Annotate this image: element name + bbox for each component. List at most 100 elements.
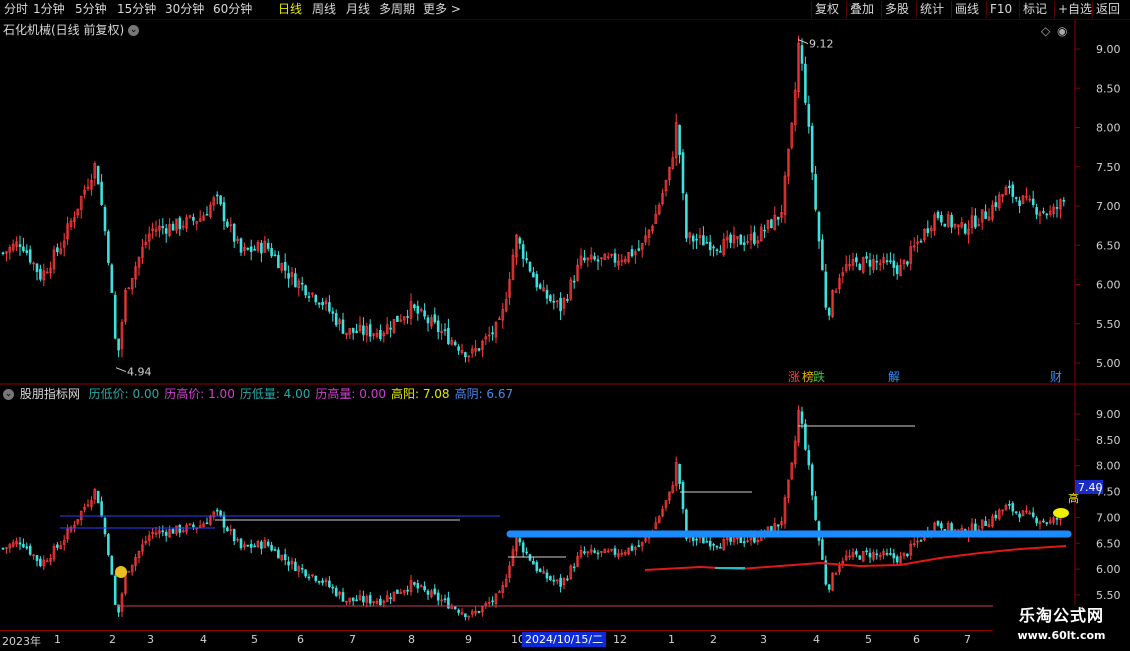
candle-body xyxy=(253,545,256,548)
date-label: 3 xyxy=(760,633,767,646)
candle-body xyxy=(56,544,59,548)
candle-body xyxy=(1055,518,1059,520)
candle-body xyxy=(681,481,685,510)
candle-body xyxy=(351,597,355,601)
candle-body xyxy=(1014,197,1018,199)
candle-body xyxy=(28,249,32,263)
candle-body xyxy=(827,584,831,590)
candle-body xyxy=(984,520,987,526)
candle-body xyxy=(865,256,868,259)
date-label: 1 xyxy=(668,633,675,646)
candle-body xyxy=(18,542,22,545)
candle-body xyxy=(702,235,705,246)
candle-body xyxy=(824,271,828,308)
candle-body xyxy=(317,581,321,583)
candle-body xyxy=(572,280,576,283)
candle-body xyxy=(491,332,494,335)
candle-body xyxy=(328,580,331,588)
event-badge: 解 xyxy=(888,370,900,384)
indicator-name: 股朋指标网 xyxy=(19,387,80,401)
candle-body xyxy=(804,423,807,450)
candle-body xyxy=(950,214,953,228)
indicator-overlays xyxy=(60,425,1103,607)
candle-body xyxy=(215,194,219,197)
y-tick-label: 8.50 xyxy=(1096,434,1121,447)
candle-body xyxy=(637,248,641,251)
candle-body xyxy=(25,546,29,549)
yellow-marker xyxy=(1053,508,1069,518)
candle-body xyxy=(549,295,552,302)
candle-body xyxy=(113,575,117,605)
candle-body xyxy=(719,547,722,549)
candle-body xyxy=(239,538,243,549)
coin-icon xyxy=(115,566,127,578)
date-label: 2 xyxy=(710,633,717,646)
candle-body xyxy=(341,319,345,334)
candle-body xyxy=(477,348,481,351)
candle-body xyxy=(715,545,719,548)
candle-body xyxy=(314,575,318,581)
candle-body xyxy=(355,330,358,333)
candle-body xyxy=(800,411,804,424)
candle-body xyxy=(926,228,930,234)
candle-body xyxy=(246,247,250,250)
candle-body xyxy=(892,260,896,268)
candle-body xyxy=(287,273,290,279)
candle-body xyxy=(464,613,467,618)
candle-body xyxy=(681,152,685,194)
low-marker xyxy=(115,367,127,373)
candle-body xyxy=(287,561,290,566)
candle-body xyxy=(885,260,889,262)
y-tick-label: 7.00 xyxy=(1096,200,1121,213)
candle-body xyxy=(742,242,746,245)
candle-body xyxy=(171,529,175,534)
candle-body xyxy=(855,551,858,555)
candle-body xyxy=(222,514,226,528)
candle-body xyxy=(810,125,814,173)
candle-body xyxy=(994,202,998,208)
candle-body xyxy=(266,541,270,546)
candle-body xyxy=(892,553,896,559)
candle-body xyxy=(810,464,814,496)
chart-labels: 9.00 8.50 8.00 7.50 7.00 6.50 6.00 5.50 5.00 9.00… xyxy=(115,24,1121,602)
indicator-field: 高阴: 6.67 xyxy=(454,387,514,401)
candle-body xyxy=(273,549,277,551)
candle-body xyxy=(317,302,321,305)
candle-body xyxy=(545,572,549,579)
candle-body xyxy=(205,213,209,216)
chevron-down-icon[interactable]: ⌄ xyxy=(3,389,14,400)
candle-body xyxy=(906,261,909,265)
candle-body xyxy=(691,536,695,541)
candle-body xyxy=(827,308,831,316)
candle-body xyxy=(525,258,528,261)
candle-body xyxy=(538,568,542,572)
candle-body xyxy=(804,63,807,103)
candle-body xyxy=(974,523,977,532)
candle-body xyxy=(1011,503,1015,512)
candle-body xyxy=(103,207,107,232)
candle-body xyxy=(270,545,273,551)
candle-body xyxy=(39,558,42,566)
candle-body xyxy=(321,301,324,306)
candle-body xyxy=(739,234,743,245)
cursor-date-highlight: 2024/10/15/二 xyxy=(522,632,607,647)
candle-body xyxy=(984,211,987,219)
indicator-legend-bar: ⌄ 股朋指标网 历低价: 0.00 历高价: 1.00 历低量: 4.00 历高量: … xyxy=(0,385,513,403)
candle-body xyxy=(1,547,5,550)
candle-body xyxy=(521,542,525,553)
event-badge: 跌 xyxy=(813,369,825,384)
date-label: 2023年 xyxy=(2,635,41,648)
candle-body xyxy=(936,521,940,526)
trend-line xyxy=(644,545,1067,571)
candle-body xyxy=(491,600,494,603)
side-glyph: 高 xyxy=(1068,491,1079,505)
candle-body xyxy=(453,606,457,610)
candle-body xyxy=(110,555,114,575)
candle-body xyxy=(855,257,858,263)
candle-body xyxy=(814,174,817,210)
candle-body xyxy=(406,316,409,318)
candle-body xyxy=(28,545,32,555)
candle-body xyxy=(800,45,804,64)
candle-body xyxy=(630,545,634,551)
candle-body xyxy=(283,262,287,271)
